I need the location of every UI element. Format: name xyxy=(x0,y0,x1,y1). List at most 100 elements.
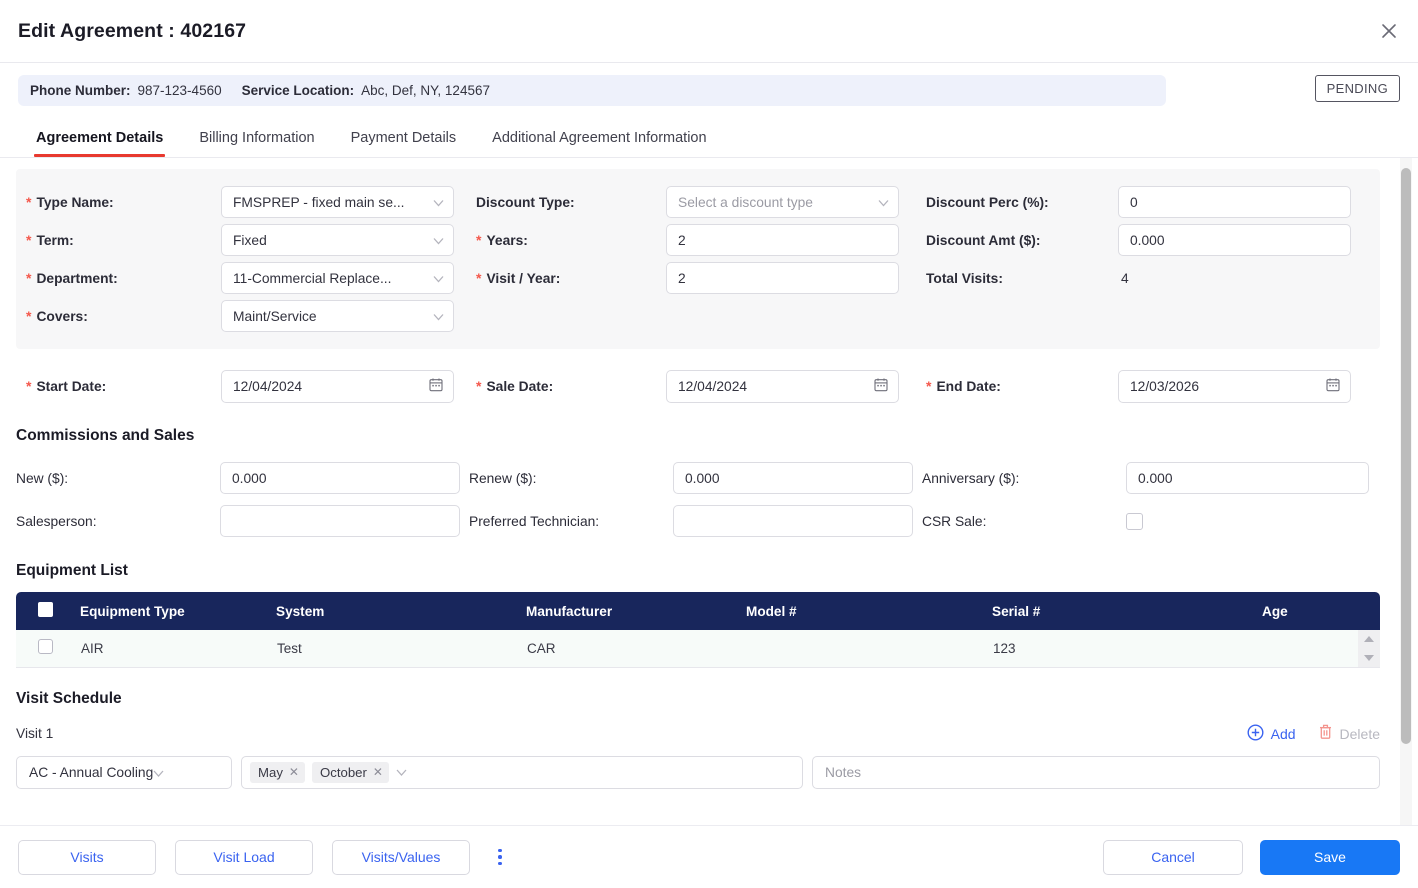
visits-values-button[interactable]: Visits/Values xyxy=(332,839,470,875)
more-options-icon[interactable] xyxy=(489,848,511,866)
col-serial[interactable]: Serial # xyxy=(992,592,1262,630)
end-date-label: * End Date: xyxy=(916,379,1118,394)
department-label-text: Department: xyxy=(36,270,118,286)
anniversary-label: Anniversary ($): xyxy=(922,470,1020,486)
required-asterisk: * xyxy=(476,232,482,248)
month-chip: May ✕ xyxy=(250,761,305,783)
discount-amt-label: Discount Amt ($): xyxy=(926,232,1041,248)
cancel-button[interactable]: Cancel xyxy=(1103,839,1243,875)
required-asterisk: * xyxy=(926,378,932,394)
type-name-select[interactable]: FMSPREP - fixed main se... xyxy=(221,186,454,218)
new-input[interactable]: 0.000 xyxy=(220,462,460,494)
col-model[interactable]: Model # xyxy=(746,592,992,630)
modal-footer: Visits Visit Load Visits/Values Cancel S… xyxy=(0,825,1418,888)
csr-sale-checkbox[interactable] xyxy=(1126,512,1143,530)
field-csr-sale: CSR Sale: xyxy=(922,512,1375,530)
calendar-icon[interactable] xyxy=(429,378,443,395)
anniversary-input[interactable]: 0.000 xyxy=(1126,462,1369,494)
term-select[interactable]: Fixed xyxy=(221,224,454,256)
add-visit-button[interactable]: Add xyxy=(1247,723,1296,744)
delete-visit-label: Delete xyxy=(1339,725,1380,742)
form-scrollbar[interactable] xyxy=(1400,158,1412,825)
renew-input[interactable]: 0.000 xyxy=(673,462,913,494)
select-all-checkbox[interactable] xyxy=(38,602,53,617)
start-date-input[interactable]: 12/04/2024 xyxy=(221,369,454,403)
col-age[interactable]: Age xyxy=(1262,592,1380,630)
col-system[interactable]: System xyxy=(276,592,526,630)
visit-load-button[interactable]: Visit Load xyxy=(175,839,313,875)
scrollbar-thumb[interactable] xyxy=(1401,168,1411,744)
years-input[interactable]: 2 xyxy=(666,224,899,256)
field-start-date: * Start Date: 12/04/2024 xyxy=(16,369,466,403)
end-date-input[interactable]: 12/03/2026 xyxy=(1118,369,1351,403)
table-header-row: Equipment Type System Manufacturer Model… xyxy=(16,592,1380,630)
agreement-fields-panel: * Type Name: FMSPREP - fixed main se... xyxy=(16,169,1380,349)
discount-perc-input[interactable]: 0 xyxy=(1118,186,1351,218)
col-manufacturer[interactable]: Manufacturer xyxy=(526,592,746,630)
delete-visit-button[interactable]: Delete xyxy=(1318,724,1380,743)
sale-date-input[interactable]: 12/04/2024 xyxy=(666,369,899,403)
status-badge: PENDING xyxy=(1314,75,1400,102)
covers-select[interactable]: Maint/Service xyxy=(221,300,454,332)
visit-months-multiselect[interactable]: May ✕ October ✕ xyxy=(241,755,803,789)
visits-button[interactable]: Visits xyxy=(18,839,156,875)
form-body: * Type Name: FMSPREP - fixed main se... xyxy=(0,158,1400,825)
commissions-row-2: Salesperson: Preferred Technician: CSR S… xyxy=(16,502,1400,540)
field-type-name: * Type Name: FMSPREP - fixed main se... xyxy=(16,186,466,218)
start-date-label-text: Start Date: xyxy=(36,378,107,394)
discount-type-control: Select a discount type xyxy=(666,186,899,218)
equipment-table-scroll[interactable] xyxy=(1358,630,1380,667)
visit-notes-input[interactable]: Notes xyxy=(812,755,1380,789)
preferred-technician-input[interactable] xyxy=(673,505,913,537)
month-chip-label: October xyxy=(319,764,367,780)
chevron-down-icon xyxy=(433,195,444,210)
required-asterisk: * xyxy=(26,232,32,248)
dates-row: * Start Date: 12/04/2024 * Sale Date: 12… xyxy=(16,367,1380,405)
table-row[interactable]: AIR Test CAR 123 xyxy=(16,630,1380,668)
col-equipment-type[interactable]: Equipment Type xyxy=(80,592,276,630)
close-icon[interactable]: ✕ xyxy=(289,765,299,779)
chevron-down-icon xyxy=(433,233,444,248)
scroll-down-icon[interactable] xyxy=(1364,654,1374,661)
service-location-value: Abc, Def, NY, 124567 xyxy=(361,83,490,98)
commissions-section-title: Commissions and Sales xyxy=(16,427,195,444)
discount-amt-input[interactable]: 0.000 xyxy=(1118,224,1351,256)
tab-additional-agreement-information[interactable]: Additional Agreement Information xyxy=(474,130,724,157)
chevron-down-icon xyxy=(433,271,444,286)
cell-serial: 123 xyxy=(992,630,1262,668)
department-select[interactable]: 11-Commercial Replace... xyxy=(221,262,454,294)
department-label: * Department: xyxy=(16,271,221,286)
close-icon[interactable]: ✕ xyxy=(373,765,383,779)
tab-billing-information[interactable]: Billing Information xyxy=(181,130,332,157)
salesperson-input[interactable] xyxy=(220,505,460,537)
calendar-icon[interactable] xyxy=(1326,378,1340,395)
field-visit-per-year: * Visit / Year: 2 xyxy=(466,262,916,294)
visit-type-select[interactable]: AC - Annual Cooling xyxy=(16,755,232,789)
visit-year-input[interactable]: 2 xyxy=(666,262,899,294)
save-button[interactable]: Save xyxy=(1260,839,1400,875)
required-asterisk: * xyxy=(26,194,32,210)
visit-schedule-section-title: Visit Schedule xyxy=(16,689,122,707)
phone-number-value: 987-123-4560 xyxy=(137,83,222,98)
close-icon[interactable] xyxy=(1374,16,1404,46)
visit-actions: Add Delete xyxy=(1247,723,1380,744)
tab-payment-details[interactable]: Payment Details xyxy=(333,130,475,157)
discount-type-select[interactable]: Select a discount type xyxy=(666,186,899,218)
equipment-table-body: AIR Test CAR 123 xyxy=(16,630,1380,668)
covers-label-text: Covers: xyxy=(36,308,88,324)
new-label: New ($): xyxy=(16,470,69,486)
visit-header-row: Visit 1 Add Delete xyxy=(16,723,1380,744)
required-asterisk: * xyxy=(476,378,482,394)
department-value: 11-Commercial Replace... xyxy=(233,270,392,286)
calendar-icon[interactable] xyxy=(874,378,888,395)
field-covers: * Covers: Maint/Service xyxy=(16,300,466,332)
field-total-visits: Total Visits: 4 xyxy=(916,271,1129,286)
department-control: 11-Commercial Replace... xyxy=(221,262,454,294)
years-label: * Years: xyxy=(466,233,666,248)
form-scroll-region: * Type Name: FMSPREP - fixed main se... xyxy=(0,158,1418,825)
visit-label: Visit 1 xyxy=(16,726,54,741)
row-checkbox[interactable] xyxy=(38,639,53,655)
field-row-3: * Department: 11-Commercial Replace... *… xyxy=(16,259,1380,297)
scroll-up-icon[interactable] xyxy=(1364,636,1374,643)
tab-agreement-details[interactable]: Agreement Details xyxy=(18,130,181,157)
